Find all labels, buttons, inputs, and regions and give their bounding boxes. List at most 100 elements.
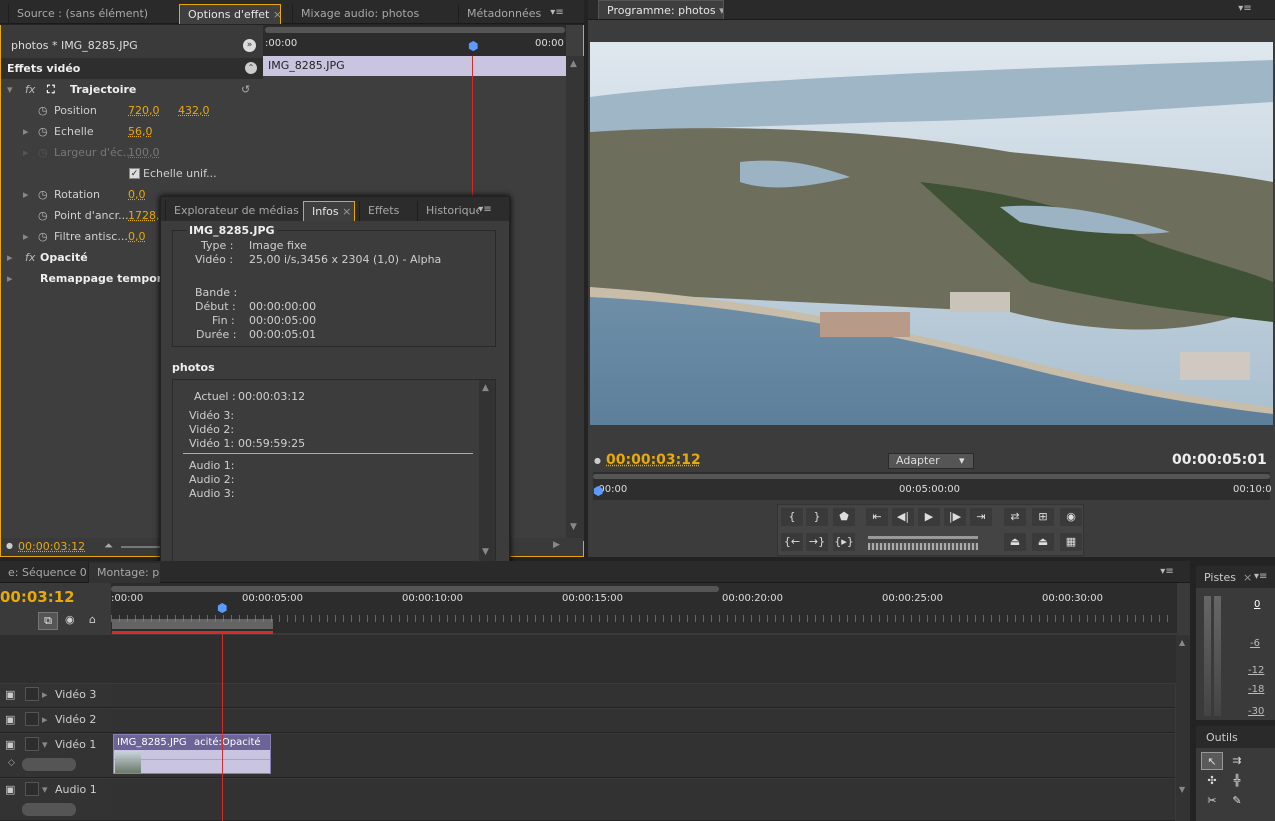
close-icon[interactable]: × <box>342 205 351 218</box>
scroll-down-icon[interactable]: ▼ <box>570 522 577 532</box>
expand-down-icon[interactable]: ▾ <box>42 783 48 796</box>
tab-media-browser[interactable]: Explorateur de médias <box>165 201 299 221</box>
timeline-timecode[interactable]: 00:03:12 <box>0 588 75 606</box>
position-y-value[interactable]: 432,0 <box>178 100 210 121</box>
tab-history[interactable]: Historique <box>417 201 479 221</box>
shuttle-slider[interactable] <box>868 536 978 539</box>
track-header-video2[interactable]: ▣ ▸ Vidéo 2 <box>0 709 111 733</box>
stopwatch-icon[interactable]: ◷ <box>38 205 48 226</box>
close-icon[interactable]: × <box>273 8 280 21</box>
selection-tool-icon[interactable]: ↖ <box>1201 752 1223 770</box>
marker-icon[interactable]: ◉ <box>65 613 75 626</box>
safe-margins-icon[interactable]: ⊞ <box>1032 508 1054 526</box>
panel-menu-icon[interactable]: ▾≡ <box>548 6 566 20</box>
keyframe-nav-icon[interactable]: ◇ <box>8 758 15 768</box>
output-icon[interactable]: ◉ <box>1060 508 1082 526</box>
row-trajectoire[interactable]: ▾ fx ⛶ Trajectoire ↺ <box>1 79 263 100</box>
scroll-right-icon[interactable]: ▶ <box>553 540 560 550</box>
panel-menu-icon[interactable]: ▾≡ <box>476 203 494 217</box>
tab-montage[interactable]: Montage: p <box>88 563 160 583</box>
playhead-marker-icon[interactable]: ⬢ <box>468 39 478 53</box>
ripple-edit-tool-icon[interactable]: ✣ <box>1201 772 1223 790</box>
info-vscrollbar[interactable]: ▲ ▼ <box>479 380 495 562</box>
pen-tool-icon[interactable]: ✎ <box>1226 792 1248 810</box>
work-area-bar[interactable] <box>112 619 273 629</box>
eye-icon[interactable]: ▣ <box>5 738 15 751</box>
extract-icon[interactable]: ⏏ <box>1032 533 1054 551</box>
program-ruler[interactable]: :00:00 00:05:00:00 00:10:0 ⬢ <box>593 472 1272 500</box>
position-x-value[interactable]: 720,0 <box>128 100 160 121</box>
expand-right-icon[interactable]: ▸ <box>23 226 29 247</box>
tab-effect-options[interactable]: Options d'effet × <box>179 4 281 24</box>
lift-icon[interactable]: ⏏ <box>1004 533 1026 551</box>
razor-tool-icon[interactable]: ✂ <box>1201 792 1223 810</box>
effect-timecode[interactable]: 00:00:03:12 <box>18 540 85 553</box>
opacity-line[interactable] <box>114 759 270 760</box>
expand-right-icon[interactable]: ▸ <box>7 268 13 289</box>
shuttle-jog[interactable] <box>868 533 978 553</box>
scroll-up-icon[interactable]: ▲ <box>482 383 489 393</box>
track-audio1[interactable] <box>111 779 1175 821</box>
keyframe-nav[interactable] <box>22 758 76 771</box>
next-edit-icon[interactable]: ⇥ <box>970 508 992 526</box>
fx-icon[interactable]: fx <box>25 79 35 100</box>
rotation-value[interactable]: 0,0 <box>128 184 146 205</box>
tab-program[interactable]: Programme: photos ▾ <box>598 0 724 19</box>
close-icon[interactable]: × <box>1243 571 1252 584</box>
eye-icon[interactable]: ▣ <box>5 688 15 701</box>
filtre-value[interactable]: 0,0 <box>128 226 146 247</box>
dropdown-icon[interactable]: ▾ <box>719 4 723 17</box>
panel-menu-icon[interactable]: ▾≡ <box>1236 2 1254 16</box>
expand-right-icon[interactable]: ▸ <box>7 247 13 268</box>
loop-icon[interactable]: ⇄ <box>1004 508 1026 526</box>
effect-mini-ruler[interactable]: :00:00 00:00 ⬢ <box>263 25 566 56</box>
track-select-tool-icon[interactable]: ⇉ <box>1226 752 1248 770</box>
transform-icon[interactable]: ⛶ <box>47 79 55 100</box>
fit-dropdown[interactable]: Adapter ▾ <box>888 453 974 469</box>
step-forward-icon[interactable]: |▶ <box>944 508 966 526</box>
tab-tools[interactable]: Outils <box>1206 731 1238 744</box>
zoom-out-icon[interactable]: ⏶ <box>104 539 113 553</box>
lock-icon[interactable] <box>25 782 39 796</box>
stopwatch-icon[interactable]: ◷ <box>38 121 48 142</box>
clip-effect[interactable]: acité:Opacité <box>194 735 261 750</box>
eye-icon[interactable]: ▣ <box>5 713 15 726</box>
panel-menu-icon[interactable]: ▾≡ <box>1254 571 1267 582</box>
lock-icon[interactable] <box>25 712 39 726</box>
program-video-frame[interactable] <box>590 42 1273 425</box>
timeline-ruler[interactable]: :00:00 00:00:05:00 00:00:10:00 00:00:15:… <box>111 583 1177 634</box>
scroll-down-icon[interactable]: ▼ <box>1179 785 1185 794</box>
lock-icon[interactable] <box>25 687 39 701</box>
export-frame-icon[interactable]: ▦ <box>1060 533 1082 551</box>
fx-icon[interactable]: fx <box>25 247 35 268</box>
track-video2[interactable] <box>111 709 1175 733</box>
stopwatch-icon[interactable]: ◷ <box>38 226 48 247</box>
jog-wheel[interactable] <box>868 543 978 550</box>
zoom-slider[interactable] <box>121 546 161 548</box>
mark-in-icon[interactable]: { <box>781 508 803 526</box>
reset-icon[interactable]: ↺ <box>241 79 250 100</box>
effect-vscrollbar[interactable]: ▲ ▼ <box>566 56 584 541</box>
playhead-marker-icon[interactable]: ⬢ <box>217 601 227 615</box>
mark-out-icon[interactable]: } <box>806 508 828 526</box>
lock-icon[interactable] <box>25 737 39 751</box>
nav-forward-icon[interactable]: » <box>243 39 256 52</box>
expand-right-icon[interactable]: ▸ <box>23 184 29 205</box>
scroll-down-icon[interactable]: ▼ <box>482 547 489 557</box>
expand-down-icon[interactable]: ▾ <box>7 79 13 100</box>
track-header-audio1[interactable]: ▣ ▾ Audio 1 <box>0 779 111 821</box>
expand-right-icon[interactable]: ▸ <box>23 121 29 142</box>
tab-meters[interactable]: Pistes <box>1204 571 1236 584</box>
playhead-marker-icon[interactable]: ⬢ <box>593 484 603 498</box>
zoom-scrollbar[interactable] <box>593 474 1270 479</box>
step-back-icon[interactable]: ◀| <box>892 508 914 526</box>
echelle-value[interactable]: 56,0 <box>128 121 153 142</box>
tab-effects[interactable]: Effets <box>359 201 411 221</box>
panel-menu-icon[interactable]: ▾≡ <box>1158 565 1176 579</box>
speaker-icon[interactable]: ▣ <box>5 783 15 796</box>
timeline-clip[interactable]: IMG_8285.JPG acité:Opacité <box>113 734 271 774</box>
timeline-vscrollbar[interactable]: ▲ ▼ <box>1176 635 1190 821</box>
zoom-scrollbar[interactable] <box>111 586 719 592</box>
stopwatch-icon[interactable]: ◷ <box>38 100 48 121</box>
track-header-video1[interactable]: ▣ ▾ Vidéo 1 ◇ <box>0 734 111 778</box>
